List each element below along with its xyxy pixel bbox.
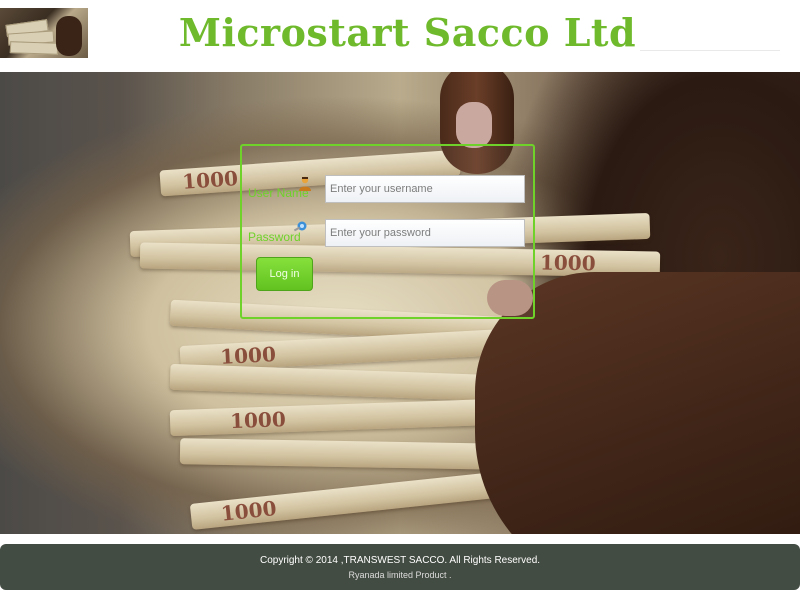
banknote-mark: 1000 [229, 407, 287, 434]
footer: Copyright © 2014 ,TRANSWEST SACCO. All R… [0, 544, 800, 590]
login-page: Microstart Sacco Ltd 1000 1000 1000 1000… [0, 0, 800, 600]
user-icon [298, 176, 312, 192]
credit-text: Ryanada limited Product . [348, 570, 452, 580]
page-title: Microstart Sacco Ltd [178, 10, 637, 55]
hero-image: 1000 1000 1000 1000 1000 User Name Enter… [0, 72, 800, 534]
copyright-text: Copyright © 2014 ,TRANSWEST SACCO. All R… [259, 555, 541, 566]
banknote-mark: 1000 [181, 166, 239, 194]
key-icon [292, 220, 307, 236]
banknote-mark: 1000 [219, 496, 278, 526]
header: Microstart Sacco Ltd [0, 0, 800, 72]
login-form: User Name Password Log in [240, 144, 535, 319]
header-divider [640, 50, 780, 51]
login-button[interactable]: Log in [256, 257, 313, 291]
password-input[interactable] [325, 219, 525, 247]
username-input[interactable] [325, 175, 525, 203]
